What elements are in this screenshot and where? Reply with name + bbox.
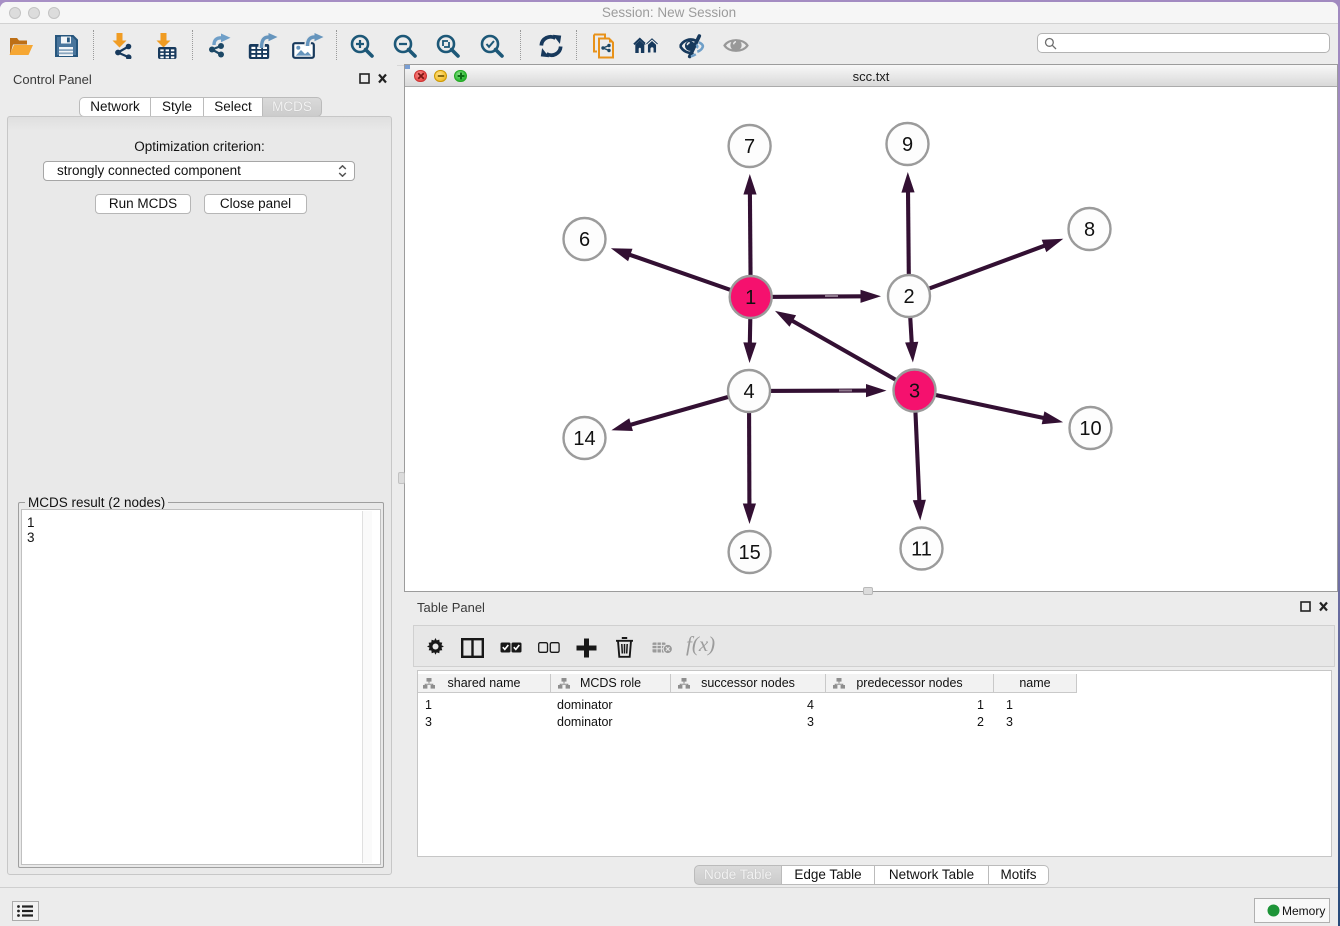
svg-text:3: 3	[909, 381, 920, 403]
svg-text:8: 8	[1084, 219, 1095, 241]
svg-text:15: 15	[738, 542, 760, 564]
svg-text:6: 6	[579, 229, 590, 251]
svg-text:7: 7	[744, 136, 755, 158]
svg-text:1: 1	[745, 287, 756, 309]
svg-text:14: 14	[573, 428, 595, 450]
svg-text:9: 9	[902, 134, 913, 156]
svg-text:4: 4	[743, 381, 754, 403]
svg-text:10: 10	[1079, 418, 1101, 440]
svg-text:11: 11	[911, 539, 932, 561]
svg-text:2: 2	[903, 286, 914, 308]
